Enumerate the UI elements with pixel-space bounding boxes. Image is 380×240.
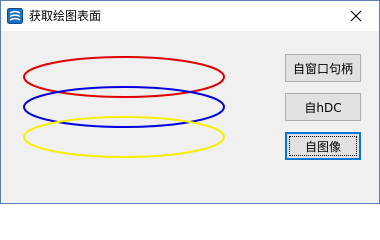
yellow-ellipse	[23, 116, 225, 158]
from-image-button[interactable]: 自图像	[285, 132, 361, 160]
drawing-surface	[23, 56, 225, 158]
close-icon	[350, 10, 362, 22]
close-button[interactable]	[333, 1, 379, 31]
title-bar[interactable]: 获取绘图表面	[1, 1, 379, 31]
from-window-handle-label: 自窗口句柄	[292, 61, 353, 76]
blue-ellipse	[23, 86, 225, 128]
client-area: 自窗口句柄 自hDC 自图像	[1, 31, 379, 203]
from-window-handle-button[interactable]: 自窗口句柄	[285, 54, 361, 82]
from-hdc-label: 自hDC	[304, 100, 342, 115]
window-title: 获取绘图表面	[29, 9, 102, 23]
from-hdc-button[interactable]: 自hDC	[285, 93, 361, 121]
from-image-label: 自图像	[304, 139, 341, 154]
app-window: 获取绘图表面 自窗口句柄 自hDC 自图像	[0, 0, 380, 204]
app-icon	[7, 8, 23, 24]
red-ellipse	[23, 56, 225, 98]
